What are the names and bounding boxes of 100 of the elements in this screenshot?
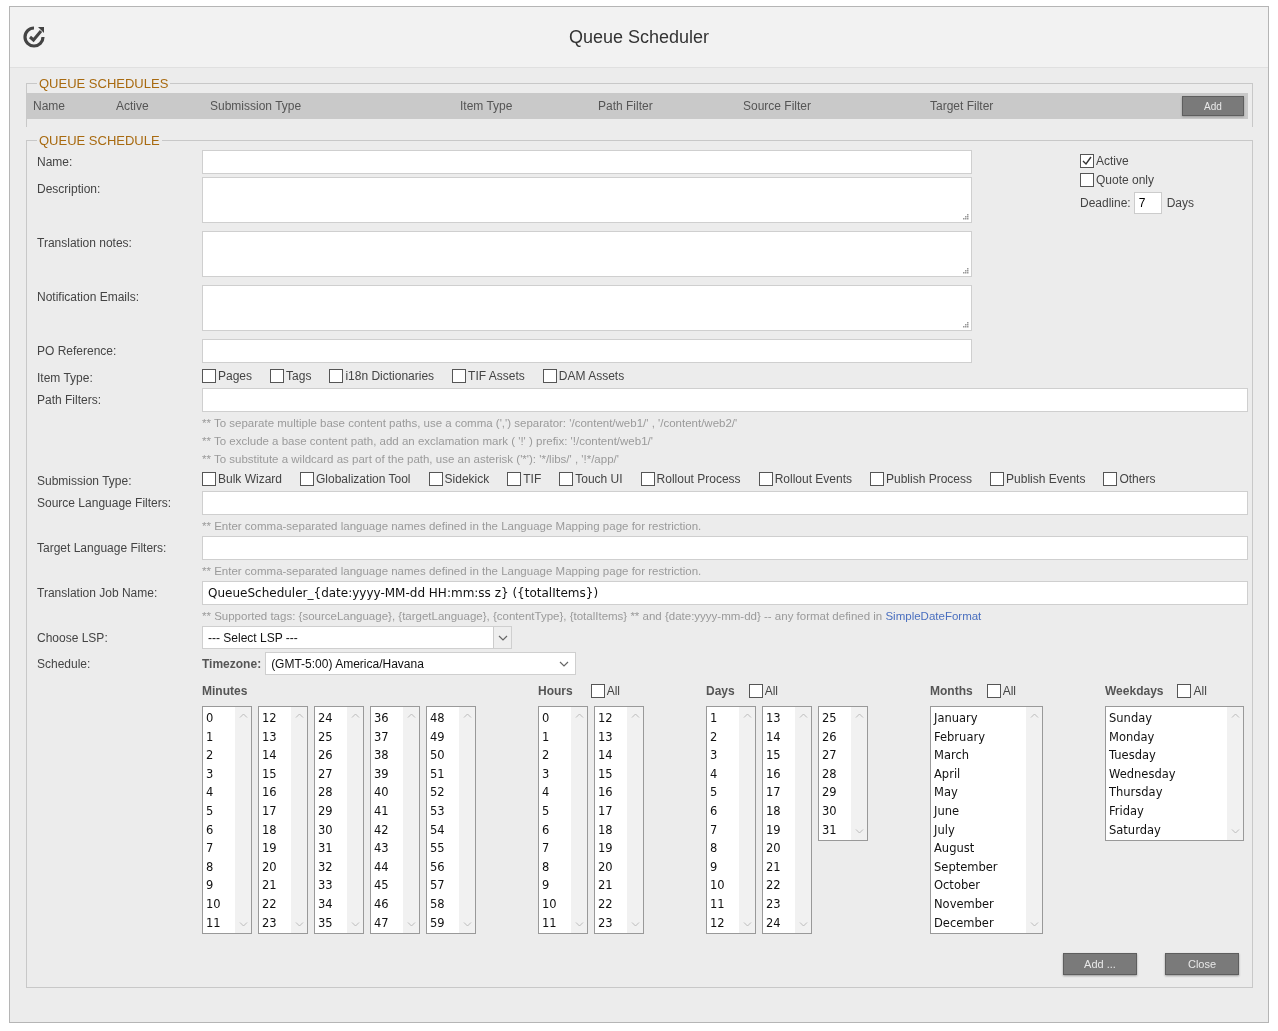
list-item[interactable]: 3 [206,764,235,784]
checkbox[interactable] [1080,154,1094,168]
list-item[interactable]: Saturday [1109,820,1227,840]
list-item[interactable]: 11 [206,913,235,933]
list-item[interactable]: 1 [542,727,571,747]
checkbox[interactable] [748,684,763,698]
checkbox[interactable] [452,369,467,383]
list-item[interactable]: 5 [542,801,571,821]
input-field[interactable] [202,339,972,363]
list-item[interactable]: 39 [374,764,403,784]
list-item[interactable]: January [934,709,1026,728]
dropdown[interactable]: (GMT-5:00) America/Havana [265,652,577,675]
list-item[interactable]: 11 [710,894,739,914]
list-item[interactable]: 22 [598,894,627,914]
list-item[interactable]: 40 [374,783,403,802]
list-item[interactable]: Sunday [1109,709,1227,728]
list-item[interactable]: 3 [710,746,739,765]
list-item[interactable]: 32 [318,857,347,877]
checkbox[interactable] [507,472,522,486]
list-item[interactable]: 2 [710,727,739,747]
list-item[interactable]: 19 [598,839,627,858]
checkbox[interactable] [870,472,884,486]
input-field[interactable]: 7 [1133,192,1162,214]
input-field[interactable]: QueueScheduler_{date:yyyy-MM-dd HH:mm:ss z} ({totalItems}) [202,581,1248,605]
checkbox[interactable] [1080,173,1094,187]
list-item[interactable]: 1 [710,709,739,728]
list-item[interactable]: 8 [206,857,235,877]
list-item[interactable]: 54 [430,820,459,840]
list-item[interactable]: December [934,913,1026,933]
list-item[interactable]: 14 [766,727,795,747]
checkbox[interactable] [202,369,216,383]
list-box[interactable]: 0 1 2 3 4 5 6 7 8 9 10 11 [202,706,252,935]
list-item[interactable]: 28 [822,764,851,784]
list-item[interactable]: 52 [430,783,459,802]
list-item[interactable]: 26 [318,746,347,765]
list-item[interactable]: 31 [822,820,851,840]
checkbox[interactable] [202,472,216,486]
list-item[interactable]: 24 [318,709,347,728]
list-item[interactable]: Monday [1109,727,1227,747]
list-item[interactable]: 9 [710,857,739,877]
list-item[interactable]: 6 [710,801,739,821]
list-item[interactable]: 29 [318,801,347,821]
list-box[interactable]: 12 13 14 15 16 17 18 19 20 21 22 23 [594,706,644,935]
checkbox[interactable] [1177,684,1192,698]
dropdown[interactable]: --- Select LSP --- [202,626,512,649]
list-item[interactable]: 58 [430,894,459,914]
list-item[interactable]: 24 [766,913,795,933]
list-item[interactable]: October [934,876,1026,895]
input-field[interactable] [202,536,1248,560]
list-item[interactable]: 0 [206,709,235,728]
checkbox[interactable] [590,684,605,698]
list-item[interactable]: 36 [374,709,403,728]
list-box[interactable]: 1 2 3 4 5 6 7 8 9 10 11 12 [706,706,756,935]
scrollbar[interactable] [1227,707,1243,841]
list-item[interactable]: 15 [262,764,291,784]
action-button[interactable]: Add ... [1063,953,1137,976]
list-item[interactable]: 18 [598,820,627,840]
list-item[interactable]: 27 [822,746,851,765]
list-item[interactable]: 9 [542,876,571,895]
list-box[interactable]: 48 49 50 51 52 53 54 55 56 57 58 59 [426,706,476,935]
list-item[interactable]: November [934,894,1026,914]
checkbox[interactable] [270,369,285,383]
checkbox[interactable] [329,369,344,383]
list-item[interactable]: 56 [430,857,459,877]
list-item[interactable]: 26 [822,727,851,747]
list-item[interactable]: 17 [598,801,627,821]
list-item[interactable]: 13 [598,727,627,747]
list-item[interactable]: 35 [318,913,347,933]
input-field[interactable] [202,388,1248,412]
list-item[interactable]: 10 [542,894,571,914]
scrollbar[interactable] [235,707,251,934]
add-button[interactable]: Add [1182,96,1244,116]
scrollbar[interactable] [459,707,475,934]
list-item[interactable]: 8 [542,857,571,877]
list-item[interactable]: 14 [262,746,291,765]
list-box[interactable]: 0 1 2 3 4 5 6 7 8 9 10 11 [538,706,588,935]
list-item[interactable]: 20 [766,839,795,858]
list-item[interactable]: 10 [206,894,235,914]
list-item[interactable]: 51 [430,764,459,784]
list-item[interactable]: 16 [598,783,627,802]
list-item[interactable]: 4 [542,783,571,802]
list-item[interactable]: 25 [822,709,851,728]
list-item[interactable]: 7 [206,839,235,858]
list-item[interactable]: 41 [374,801,403,821]
list-item[interactable]: 30 [822,801,851,821]
list-item[interactable]: 0 [542,709,571,728]
list-item[interactable]: 33 [318,876,347,895]
list-item[interactable]: 13 [262,727,291,747]
scrollbar[interactable] [571,707,587,934]
list-item[interactable]: 27 [318,764,347,784]
list-item[interactable]: 9 [206,876,235,895]
list-item[interactable]: 17 [766,783,795,802]
checkbox[interactable] [559,472,574,486]
list-item[interactable]: 4 [710,764,739,784]
list-item[interactable]: 22 [766,876,795,895]
list-item[interactable]: 45 [374,876,403,895]
list-item[interactable]: April [934,764,1026,784]
scrollbar[interactable] [739,707,755,934]
list-item[interactable]: 47 [374,913,403,933]
list-item[interactable]: 23 [262,913,291,933]
